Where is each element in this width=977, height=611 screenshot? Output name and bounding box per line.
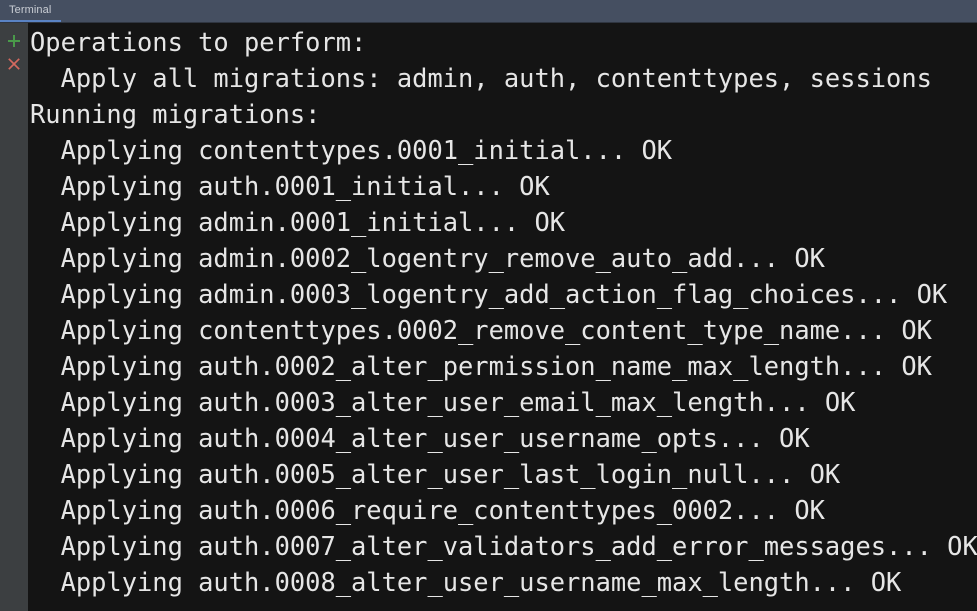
close-session-button[interactable] [3, 53, 25, 75]
terminal-body: Operations to perform: Apply all migrati… [0, 23, 977, 611]
terminal-line: Applying contenttypes.0001_initial... OK [30, 135, 673, 165]
terminal-line: Applying auth.0007_alter_validators_add_… [30, 531, 977, 561]
tab-terminal[interactable]: Terminal [0, 0, 62, 22]
terminal-window: Terminal Operations to perform: Apply al… [0, 0, 977, 611]
terminal-line: Applying auth.0005_alter_user_last_login… [30, 459, 841, 489]
terminal-line: Applying admin.0003_logentry_add_action_… [30, 279, 948, 309]
close-x-icon [6, 56, 22, 72]
terminal-line: Applying auth.0002_alter_permission_name… [30, 351, 932, 381]
terminal-line: Running migrations: [30, 99, 321, 129]
plus-icon [6, 33, 22, 49]
terminal-line: Applying auth.0001_initial... OK [30, 171, 550, 201]
titlebar: Terminal [0, 0, 977, 23]
terminal-line: Applying auth.0004_alter_user_username_o… [30, 423, 810, 453]
terminal-lines: Operations to perform: Apply all migrati… [28, 23, 977, 600]
terminal-line: Applying auth.0006_require_contenttypes_… [30, 495, 825, 525]
terminal-line: Applying contenttypes.0002_remove_conten… [30, 315, 932, 345]
new-session-button[interactable] [3, 30, 25, 52]
terminal-line: Applying admin.0002_logentry_remove_auto… [30, 243, 825, 273]
terminal-output-pane[interactable]: Operations to perform: Apply all migrati… [28, 23, 977, 611]
terminal-sidebar [0, 23, 28, 611]
terminal-line: Apply all migrations: admin, auth, conte… [30, 63, 932, 93]
terminal-line: Applying admin.0001_initial... OK [30, 207, 566, 237]
terminal-line: Applying auth.0003_alter_user_email_max_… [30, 387, 856, 417]
tab-terminal-label: Terminal [9, 4, 52, 16]
terminal-line: Applying auth.0008_alter_user_username_m… [30, 567, 902, 597]
terminal-line: Operations to perform: [30, 27, 367, 57]
